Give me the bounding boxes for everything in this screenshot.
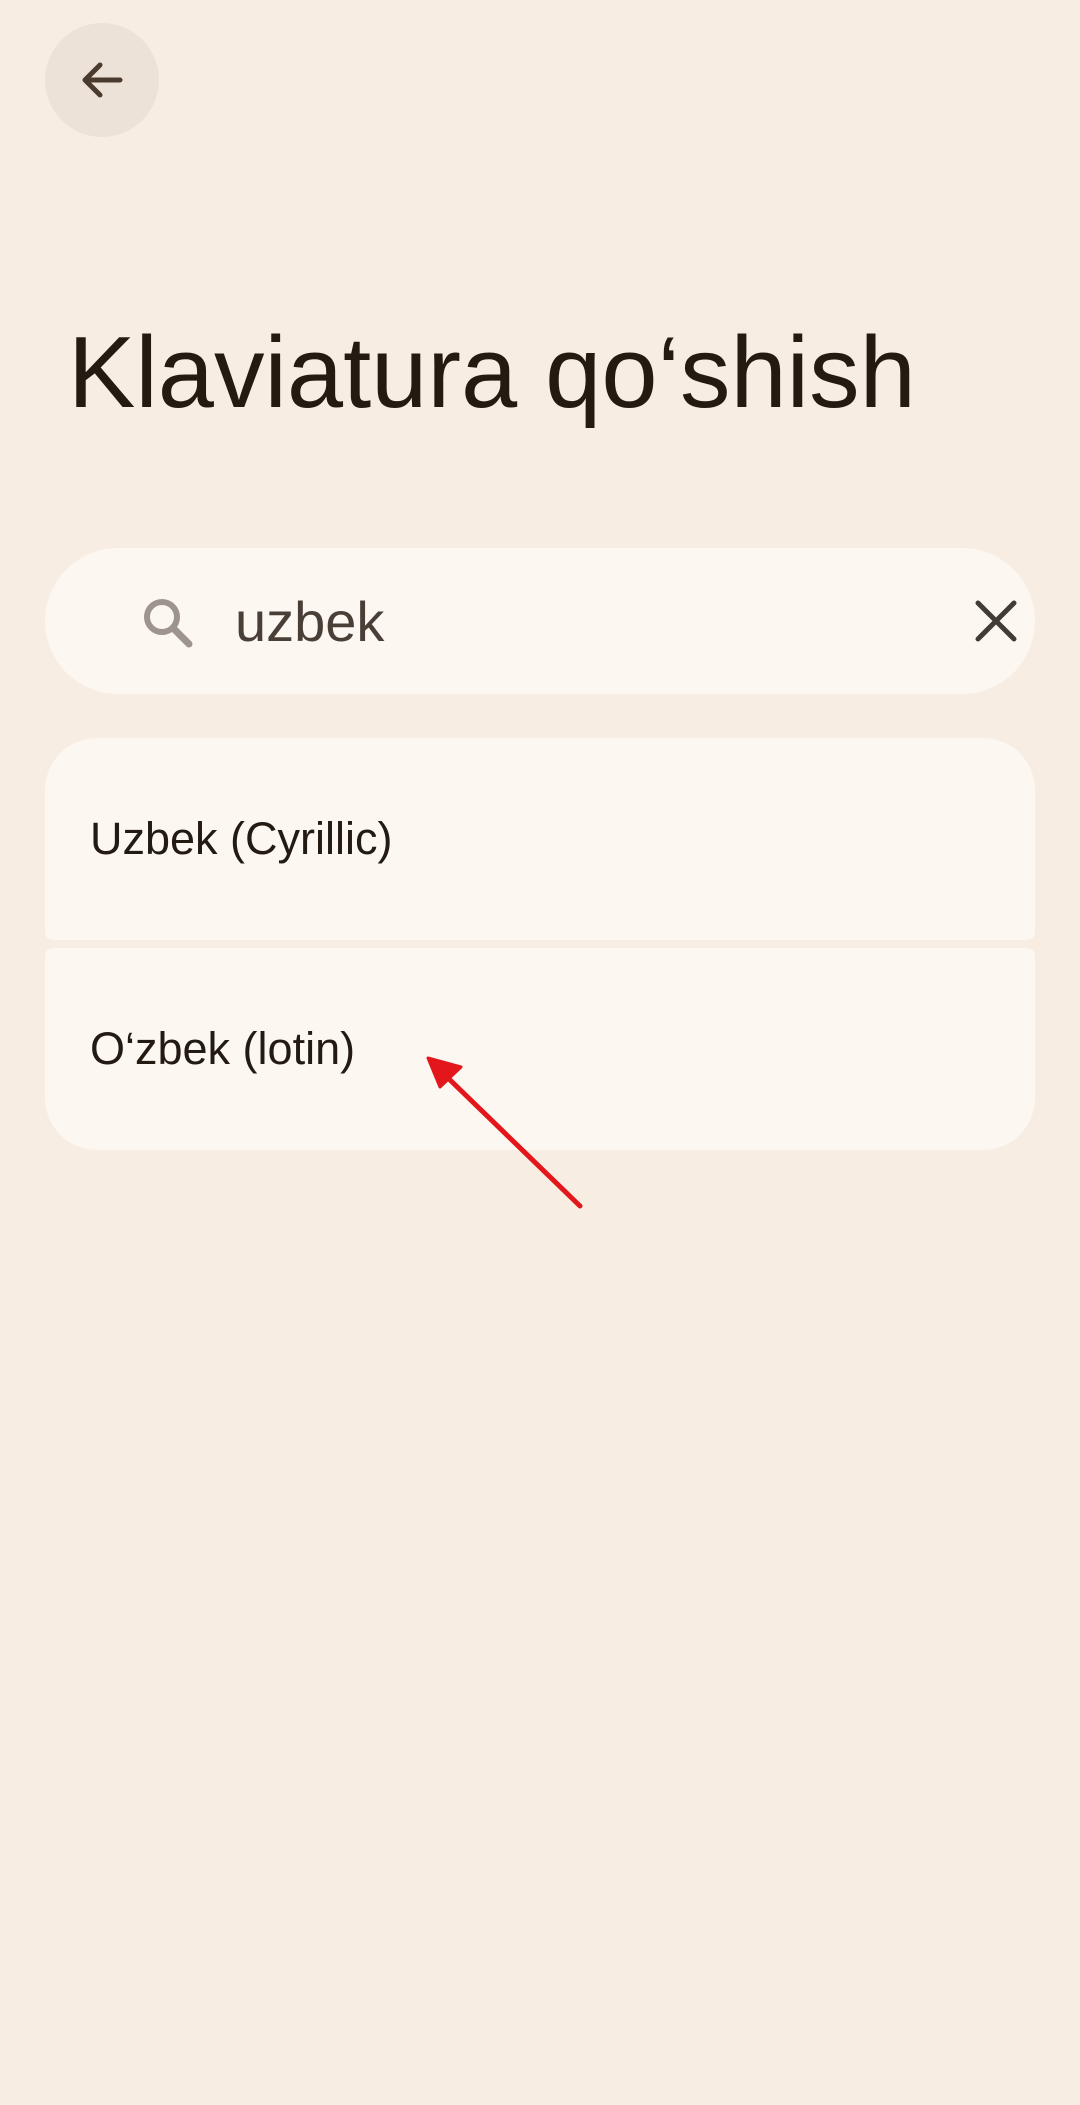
arrow-left-icon [82, 62, 123, 98]
search-bar [45, 548, 1035, 694]
list-item-label: Uzbek (Cyrillic) [90, 813, 393, 864]
list-item-label: O‘zbek (lotin) [90, 1023, 356, 1074]
search-input[interactable] [235, 578, 935, 664]
clear-search-button[interactable] [965, 590, 1027, 652]
list-item-uzbek-latin[interactable]: O‘zbek (lotin) [45, 948, 1035, 1150]
list-item-uzbek-cyrillic[interactable]: Uzbek (Cyrillic) [45, 738, 1035, 940]
page-title: Klaviatura qo‘shish [68, 317, 916, 429]
close-icon [975, 600, 1017, 642]
search-icon [144, 599, 193, 648]
back-button[interactable] [45, 23, 159, 137]
